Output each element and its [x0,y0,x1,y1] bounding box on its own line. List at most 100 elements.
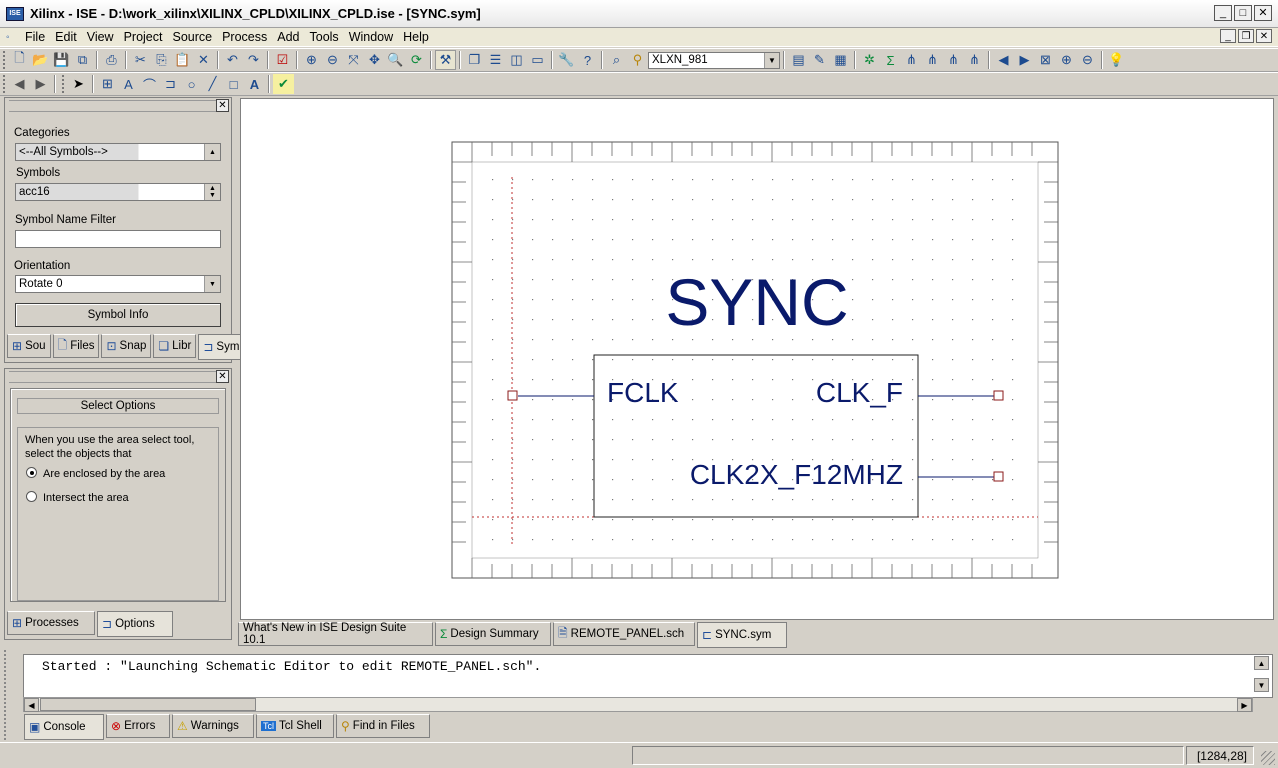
scroll-thumb[interactable] [40,698,256,711]
tab-tcl-shell[interactable]: Tcl Tcl Shell [256,714,334,738]
pin-clk-f[interactable] [993,390,1004,401]
menu-help[interactable]: Help [398,30,434,44]
close-doc-icon[interactable]: ⊠ [1035,50,1056,70]
menu-edit[interactable]: Edit [50,30,82,44]
tab-warnings[interactable]: ⚠ Warnings [172,714,254,738]
forward-icon[interactable]: ▶ [1014,50,1035,70]
symbol-drawing[interactable]: SYNC FCLK CLK_F CLK2X_F12MHZ [241,99,1273,619]
menu-process[interactable]: Process [217,30,272,44]
symbols-list[interactable]: acc16 ▲ ▼ [15,183,221,201]
tab-snapshots[interactable]: ⊡ Snap [101,334,152,358]
pin-fclk[interactable] [507,390,518,401]
add-wire-icon[interactable]: ⊐ [160,74,181,94]
radio-intersect[interactable] [26,491,37,502]
check-symbol-icon[interactable]: ✔ [273,74,294,94]
net-name-combo[interactable]: XLXN_981 ▼ [648,51,780,69]
select-arrow-icon[interactable]: ➤ [68,74,89,94]
add-arc-icon[interactable]: ⌒ [139,74,160,94]
radio-enclosed[interactable] [26,467,37,478]
save-icon[interactable]: 💾 [51,50,72,70]
maximize-button[interactable]: □ [1234,5,1252,21]
tab-files[interactable]: 🗋 Files [52,334,100,358]
schematic-canvas[interactable]: SYNC FCLK CLK_F CLK2X_F12MHZ [240,98,1274,620]
check-schematic-icon[interactable]: ☑ [272,50,293,70]
tab-remote-panel[interactable]: 🗎 REMOTE_PANEL.sch [553,622,695,646]
add-line-icon[interactable]: ╱ [202,74,223,94]
tab-libraries[interactable]: ❏ Libr [153,334,197,358]
nav-forward-icon[interactable]: ▶ [30,74,51,94]
close-panel-icon[interactable]: ✕ [216,370,229,383]
hierarchy-push-icon[interactable]: ⋔ [922,50,943,70]
resize-grip[interactable] [1261,751,1275,765]
close-panel-icon[interactable]: ✕ [216,99,229,112]
symbol-info-button[interactable]: Symbol Info [15,303,221,327]
menu-file[interactable]: File [20,30,50,44]
zoom-selected-icon[interactable]: ✥ [364,50,385,70]
tab-whats-new[interactable]: What's New in ISE Design Suite 10.1 [238,622,433,646]
paste-icon[interactable]: 📋 [172,50,193,70]
print-icon[interactable]: ⎙ [101,50,122,70]
clipboard-icon[interactable]: ▦ [830,50,851,70]
symbol-name-text[interactable]: SYNC [665,265,848,339]
hierarchy-top-icon[interactable]: ⋔ [964,50,985,70]
mdi-restore-button[interactable]: ❐ [1238,29,1254,43]
sigma-icon[interactable]: Σ [880,50,901,70]
zoom-out-small-icon[interactable]: ⊖ [1077,50,1098,70]
properties-icon[interactable]: ▤ [788,50,809,70]
nav-back-icon[interactable]: ◀ [9,74,30,94]
redo-icon[interactable]: ↷ [243,50,264,70]
edit-notes-icon[interactable]: ✎ [809,50,830,70]
chevron-down-icon[interactable]: ▼ [204,276,220,292]
menu-view[interactable]: View [82,30,119,44]
menu-window[interactable]: Window [344,30,398,44]
context-help-icon[interactable]: ? [577,50,598,70]
tile-horizontal-icon[interactable]: ☰ [485,50,506,70]
mdi-doc-icon[interactable]: ◦ [6,32,20,43]
delete-icon[interactable]: ✕ [193,50,214,70]
open-folder-icon[interactable]: 📂 [30,50,51,70]
scroll-up-button[interactable]: ▲ [1254,656,1269,670]
add-rectangle-icon[interactable]: □ [223,74,244,94]
cascade-icon[interactable]: ❐ [464,50,485,70]
console-grip[interactable] [4,650,18,740]
back-icon[interactable]: ◀ [993,50,1014,70]
menu-project[interactable]: Project [119,30,168,44]
binoculars-icon[interactable]: ⌕ [606,50,627,70]
chip-icon[interactable]: ✲ [859,50,880,70]
tab-console[interactable]: ▣ Console [24,714,104,740]
copy-icon[interactable]: ⎘ [151,50,172,70]
hierarchy-pop-icon[interactable]: ⋔ [943,50,964,70]
wrench-icon[interactable]: 🔧 [556,50,577,70]
hierarchy-icon[interactable]: ⋔ [901,50,922,70]
tile-vertical-icon[interactable]: ◫ [506,50,527,70]
pin-clk2x[interactable] [993,471,1004,482]
orientation-select[interactable]: Rotate 0 ▼ [15,275,221,293]
zoom-in-icon[interactable]: ⊕ [301,50,322,70]
cut-icon[interactable]: ✂ [130,50,151,70]
add-text-box-icon[interactable]: A [118,74,139,94]
new-file-icon[interactable]: 🗋 [9,50,30,70]
find-next-icon[interactable]: ⚲ [627,50,648,70]
menu-tools[interactable]: Tools [305,30,344,44]
add-text-icon[interactable]: A [244,74,265,94]
tab-processes[interactable]: ⊞ Processes [7,611,95,635]
scroll-right-button[interactable]: ▶ [1237,698,1252,712]
tab-options[interactable]: ⊐ Options [97,611,173,637]
tab-sync-sym[interactable]: ⊏ SYNC.sym [697,622,787,648]
tab-sources[interactable]: ⊞ Sou [7,334,51,358]
refresh-icon[interactable]: ⟳ [406,50,427,70]
console-output[interactable]: Started : "Launching Schematic Editor to… [23,654,1273,698]
hammer-icon[interactable]: ⚒ [435,50,456,70]
add-circle-icon[interactable]: ○ [181,74,202,94]
tab-errors[interactable]: ⊗ Errors [106,714,170,738]
tab-design-summary[interactable]: Σ Design Summary [435,622,551,646]
close-button[interactable]: ✕ [1254,5,1272,21]
console-hscroll[interactable]: ◀ ▶ [23,697,1253,712]
mdi-minimize-button[interactable]: _ [1220,29,1236,43]
lightbulb-icon[interactable]: 💡 [1106,50,1127,70]
zoom-out-icon[interactable]: ⊖ [322,50,343,70]
minimize-button[interactable]: _ [1214,5,1232,21]
scroll-down-button[interactable]: ▼ [1254,678,1269,692]
add-pin-icon[interactable]: ⊞ [97,74,118,94]
symbol-filter-input[interactable] [15,230,221,248]
